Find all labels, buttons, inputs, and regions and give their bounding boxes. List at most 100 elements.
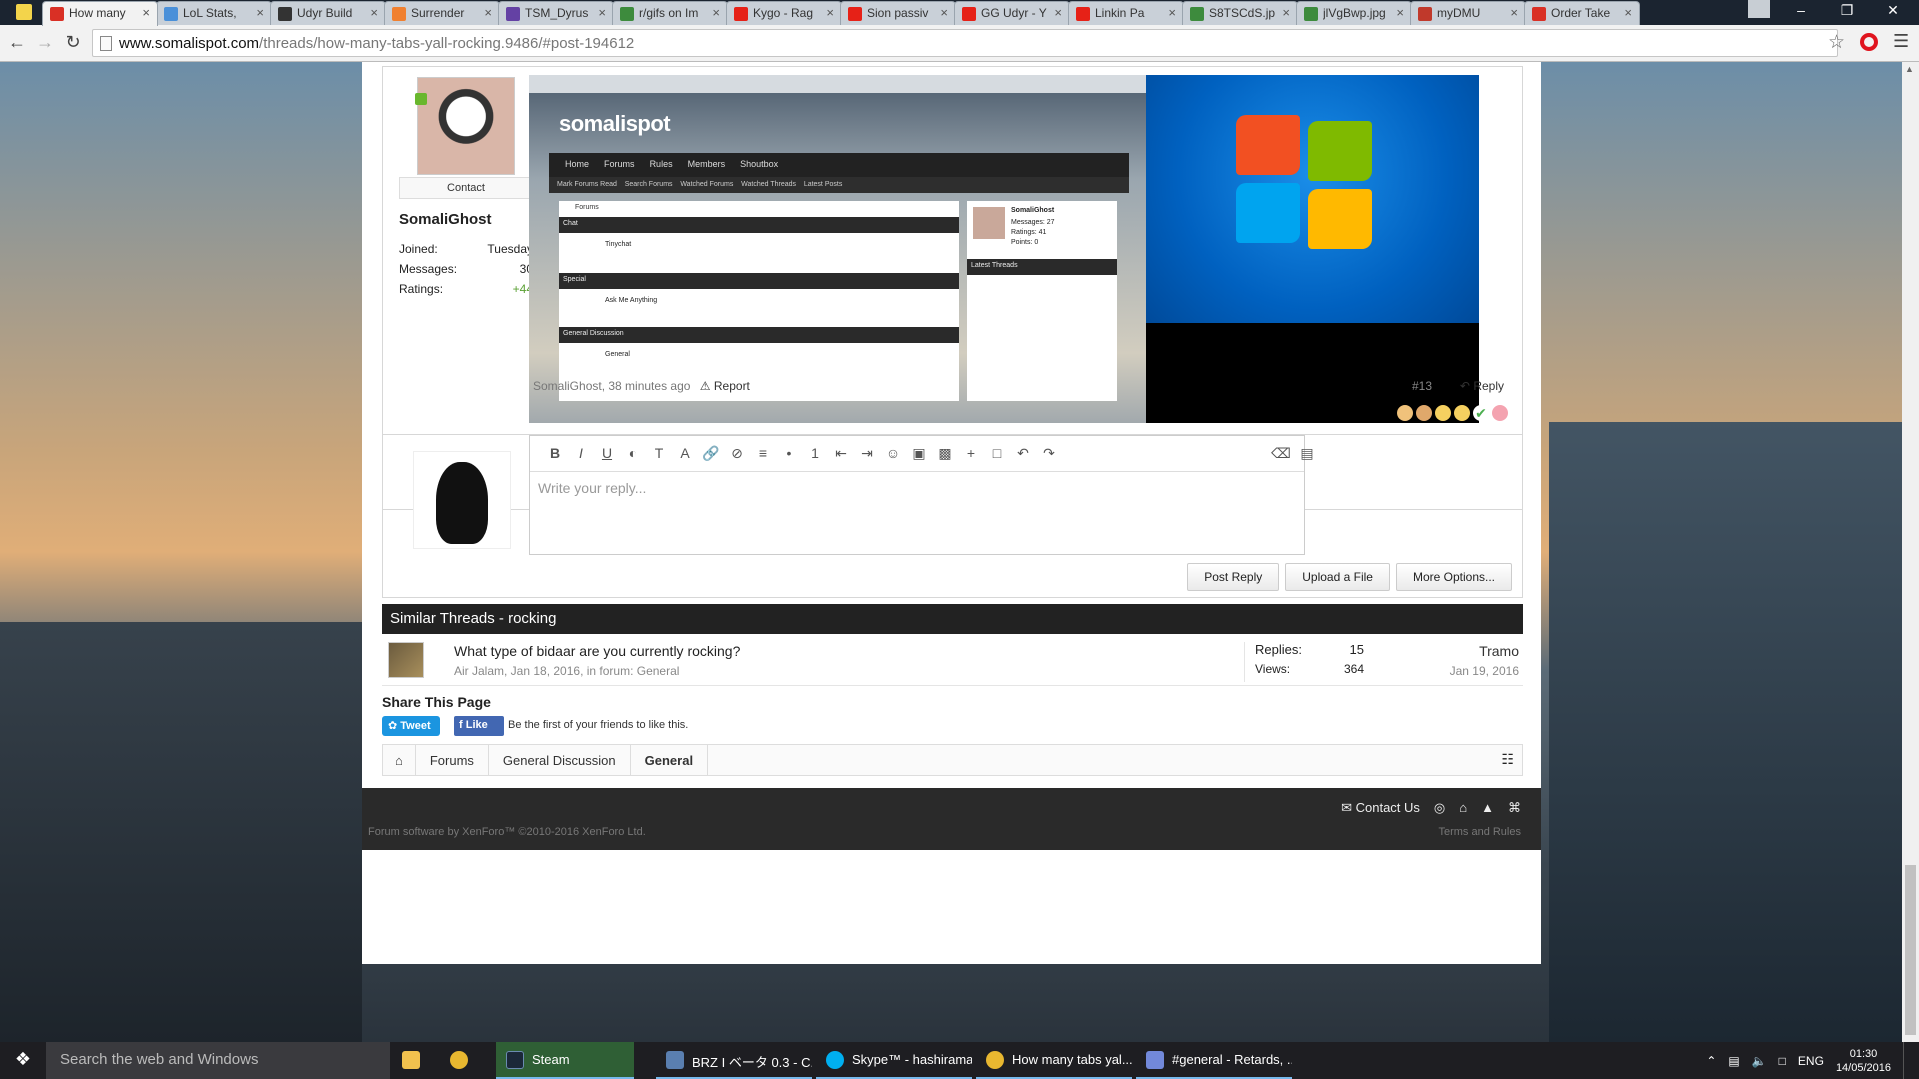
tab-close-icon[interactable]: × <box>1510 5 1518 20</box>
file-explorer-icon[interactable] <box>392 1042 432 1079</box>
tab-close-icon[interactable]: × <box>1168 5 1176 20</box>
opera-icon[interactable] <box>1860 33 1878 51</box>
media-icon[interactable]: ▩ <box>932 445 958 462</box>
italic-icon[interactable]: I <box>568 445 594 461</box>
font-icon[interactable]: A <box>672 445 698 461</box>
browser-tab[interactable]: Linkin Pa × <box>1068 1 1184 25</box>
thread-author-avatar[interactable] <box>388 642 424 678</box>
image-icon[interactable]: ▣ <box>906 445 932 462</box>
font-size-icon[interactable]: T <box>646 445 672 461</box>
insert-icon[interactable]: + <box>958 445 984 461</box>
maximize-icon[interactable]: ❐ <box>1832 2 1862 19</box>
minimize-icon[interactable]: – <box>1786 2 1816 18</box>
browser-tab[interactable]: myDMU × <box>1410 1 1526 25</box>
profile-button[interactable] <box>1748 0 1770 18</box>
bookmark-star-icon[interactable]: ☆ <box>1828 31 1845 54</box>
dislike-reaction-icon[interactable] <box>1416 405 1432 421</box>
tab-close-icon[interactable]: × <box>256 5 264 20</box>
network-icon[interactable]: ▤ <box>1728 1054 1739 1068</box>
tab-close-icon[interactable]: × <box>370 5 378 20</box>
outdent-icon[interactable]: ⇤ <box>828 445 854 462</box>
browser-tab[interactable]: jlVgBwp.jpg × <box>1296 1 1412 25</box>
post-number[interactable]: #13 <box>1412 379 1432 393</box>
language-icon[interactable]: ◎ <box>1434 800 1445 816</box>
browser-tab[interactable]: Udyr Build × <box>270 1 386 25</box>
menu-icon[interactable]: ☰ <box>1893 31 1909 52</box>
tweet-button[interactable]: ✿ Tweet <box>382 716 440 736</box>
like-reaction-icon[interactable] <box>1397 405 1413 421</box>
notifications-icon[interactable]: □ <box>1779 1054 1786 1068</box>
footer-copyright[interactable]: Forum software by XenForo™ ©2010-2016 Xe… <box>368 826 646 838</box>
reply-textarea[interactable] <box>530 472 1304 554</box>
last-post-user[interactable]: Tramo <box>1479 643 1519 659</box>
top-icon[interactable]: ▲ <box>1481 800 1494 816</box>
language-indicator[interactable]: ENG <box>1798 1054 1824 1068</box>
reload-icon[interactable]: ↻ <box>62 32 84 53</box>
tab-close-icon[interactable]: × <box>826 5 834 20</box>
taskbar-item-game[interactable]: BRZ I ベータ 0.3 - C... <box>656 1042 812 1079</box>
user-avatar[interactable] <box>417 77 515 175</box>
unlink-icon[interactable]: ⊘ <box>724 445 750 462</box>
chrome-icon[interactable] <box>440 1042 480 1079</box>
toggle-bbcode-icon[interactable]: ▤ <box>1294 445 1320 462</box>
save-draft-icon[interactable]: □ <box>984 445 1010 461</box>
browser-tab[interactable]: GG Udyr - Y × <box>954 1 1070 25</box>
post-author-time[interactable]: SomaliGhost, 38 minutes ago <box>533 379 690 393</box>
agree-reaction-icon[interactable]: ✔ <box>1473 405 1489 421</box>
breadcrumb-item[interactable]: General Discussion <box>489 745 631 775</box>
clock[interactable]: 01:30 14/05/2016 <box>1836 1047 1891 1075</box>
breadcrumb-item[interactable]: Forums <box>416 745 489 775</box>
forward-icon[interactable]: → <box>34 32 56 53</box>
tab-close-icon[interactable]: × <box>940 5 948 20</box>
bold-icon[interactable]: B <box>542 445 568 461</box>
back-icon[interactable]: ← <box>6 32 28 53</box>
tab-close-icon[interactable]: × <box>1282 5 1290 20</box>
facebook-like-button[interactable]: f Like <box>454 716 504 736</box>
browser-tab[interactable]: How many × <box>42 1 158 26</box>
volume-icon[interactable]: 🔈 <box>1752 1054 1767 1068</box>
browser-tab[interactable]: Surrender × <box>384 1 500 25</box>
address-bar[interactable]: www.somalispot.com/threads/how-many-tabs… <box>92 29 1838 57</box>
rss-icon[interactable]: ⌘ <box>1508 800 1521 816</box>
breadcrumb-home-icon[interactable]: ⌂ <box>383 745 416 775</box>
align-icon[interactable]: ≡ <box>750 445 776 461</box>
tab-close-icon[interactable]: × <box>484 5 492 20</box>
browser-tab[interactable]: S8TSCdS.jp × <box>1182 1 1298 25</box>
tab-close-icon[interactable]: × <box>142 5 150 20</box>
taskbar-item-chrome[interactable]: How many tabs yal... <box>976 1042 1132 1079</box>
thread-title[interactable]: What type of bidaar are you currently ro… <box>454 643 740 659</box>
breadcrumb-item[interactable]: General <box>631 745 709 775</box>
tab-close-icon[interactable]: × <box>1624 5 1632 20</box>
indent-icon[interactable]: ⇥ <box>854 445 880 462</box>
browser-tab[interactable]: Order Take × <box>1524 1 1640 25</box>
post-username[interactable]: SomaliGhost <box>399 211 533 228</box>
browser-tab[interactable]: LoL Stats, × <box>156 1 272 25</box>
link-icon[interactable]: 🔗 <box>698 445 724 462</box>
more-options-button[interactable]: More Options... <box>1395 563 1512 591</box>
show-hidden-icons-icon[interactable]: ⌃ <box>1706 1054 1716 1068</box>
browser-tab[interactable]: Sion passiv × <box>840 1 956 25</box>
browser-tab[interactable]: Kygo - Rag × <box>726 1 842 25</box>
winner-reaction-icon[interactable] <box>1454 405 1470 421</box>
remove-format-icon[interactable]: ⌫ <box>1268 445 1294 462</box>
page-scrollbar[interactable]: ▲ <box>1902 62 1919 1042</box>
report-link[interactable]: ⚠ Report <box>700 379 750 393</box>
taskbar-item-steam[interactable]: Steam <box>496 1042 634 1079</box>
reply-link[interactable]: ↶ Reply <box>1460 379 1504 393</box>
close-window-icon[interactable]: ✕ <box>1878 2 1908 19</box>
taskbar-search[interactable]: Search the web and Windows <box>46 1042 390 1079</box>
upload-file-button[interactable]: Upload a File <box>1285 563 1390 591</box>
windows-start-icon[interactable]: ❖ <box>0 1042 46 1079</box>
post-attachment-image[interactable]: somalispot Home Forums Rules Members Sho… <box>529 75 1479 423</box>
redo-icon[interactable]: ↷ <box>1036 445 1062 462</box>
browser-tab[interactable]: r/gifs on Im × <box>612 1 728 25</box>
numbered-list-icon[interactable]: 1 <box>802 445 828 461</box>
funny-reaction-icon[interactable] <box>1435 405 1451 421</box>
footer-terms[interactable]: Terms and Rules <box>1438 826 1521 838</box>
contact-button[interactable]: Contact <box>399 177 533 199</box>
taskbar-item-discord[interactable]: #general - Retards, ... <box>1136 1042 1292 1079</box>
scroll-up-icon[interactable]: ▲ <box>1905 64 1914 74</box>
home-icon[interactable]: ⌂ <box>1459 800 1467 816</box>
show-desktop-button[interactable] <box>1903 1042 1909 1079</box>
undo-icon[interactable]: ↶ <box>1010 445 1036 462</box>
